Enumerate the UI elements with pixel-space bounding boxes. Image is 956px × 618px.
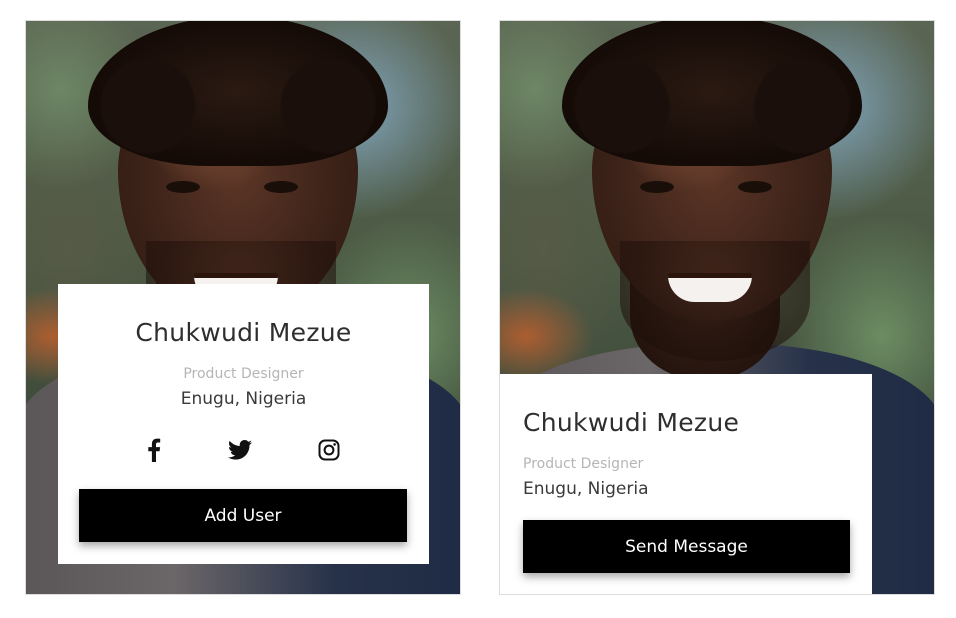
profile-name: Chukwudi Mezue — [135, 318, 352, 347]
profile-info-panel: Chukwudi Mezue Product Designer Enugu, N… — [500, 374, 872, 594]
profile-card-left-aligned: Chukwudi Mezue Product Designer Enugu, N… — [499, 20, 935, 595]
instagram-icon[interactable] — [315, 436, 343, 464]
profile-cards-stage: Chukwudi Mezue Product Designer Enugu, N… — [0, 0, 956, 618]
profile-role: Product Designer — [523, 456, 644, 472]
social-links — [58, 436, 429, 464]
photo-eye-left — [640, 181, 674, 193]
profile-name: Chukwudi Mezue — [523, 408, 740, 437]
photo-eye-right — [738, 181, 772, 193]
add-user-button[interactable]: Add User — [79, 489, 407, 542]
send-message-button[interactable]: Send Message — [523, 520, 850, 573]
photo-eye-right — [264, 181, 298, 193]
profile-info-panel: Chukwudi Mezue Product Designer Enugu, N… — [58, 284, 429, 564]
profile-role: Product Designer — [183, 366, 304, 382]
photo-hair — [88, 21, 388, 166]
photo-hair — [562, 21, 862, 166]
photo-eye-left — [166, 181, 200, 193]
twitter-icon[interactable] — [226, 436, 254, 464]
profile-location: Enugu, Nigeria — [523, 479, 649, 499]
facebook-icon[interactable] — [140, 436, 168, 464]
profile-card-centered: Chukwudi Mezue Product Designer Enugu, N… — [25, 20, 461, 595]
profile-location: Enugu, Nigeria — [180, 389, 307, 409]
photo-smile — [668, 273, 752, 302]
